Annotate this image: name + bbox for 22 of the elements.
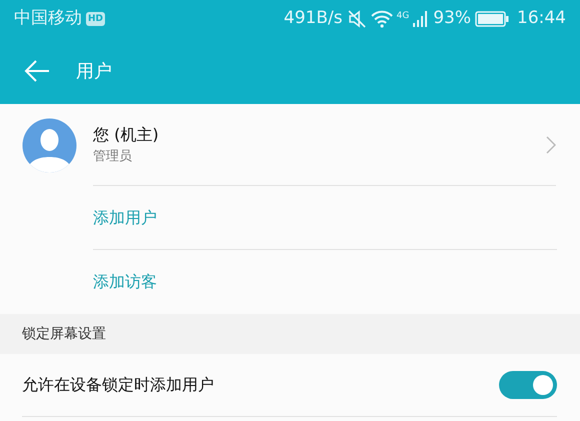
owner-name: 您 (机主) [93,124,160,146]
owner-role: 管理员 [93,148,133,166]
back-icon[interactable] [24,60,50,82]
mute-icon [346,10,366,28]
toggle-switch[interactable] [499,371,557,399]
setting-label: 允许在设备锁定时添加用户 [22,374,215,396]
signal-icon [413,10,430,28]
carrier-name: 中国移动 [14,7,82,30]
network-speed: 491B/s [284,7,342,30]
wifi-icon [370,10,392,28]
battery-percent: 93% [433,7,471,30]
action-link[interactable]: 添加访客 [93,250,557,314]
action-link[interactable]: 添加用户 [93,186,557,250]
avatar-icon [22,118,77,172]
clock: 16:44 [517,7,566,30]
owner-row[interactable]: 您 (机主) 管理员 [0,104,580,186]
page-title: 用户 [76,60,112,84]
chevron-right-icon [546,136,556,154]
network-type: 4G [396,10,410,24]
battery-icon [475,11,509,27]
hd-badge: HD [86,12,106,26]
section-header: 锁定屏幕设置 [22,324,106,344]
